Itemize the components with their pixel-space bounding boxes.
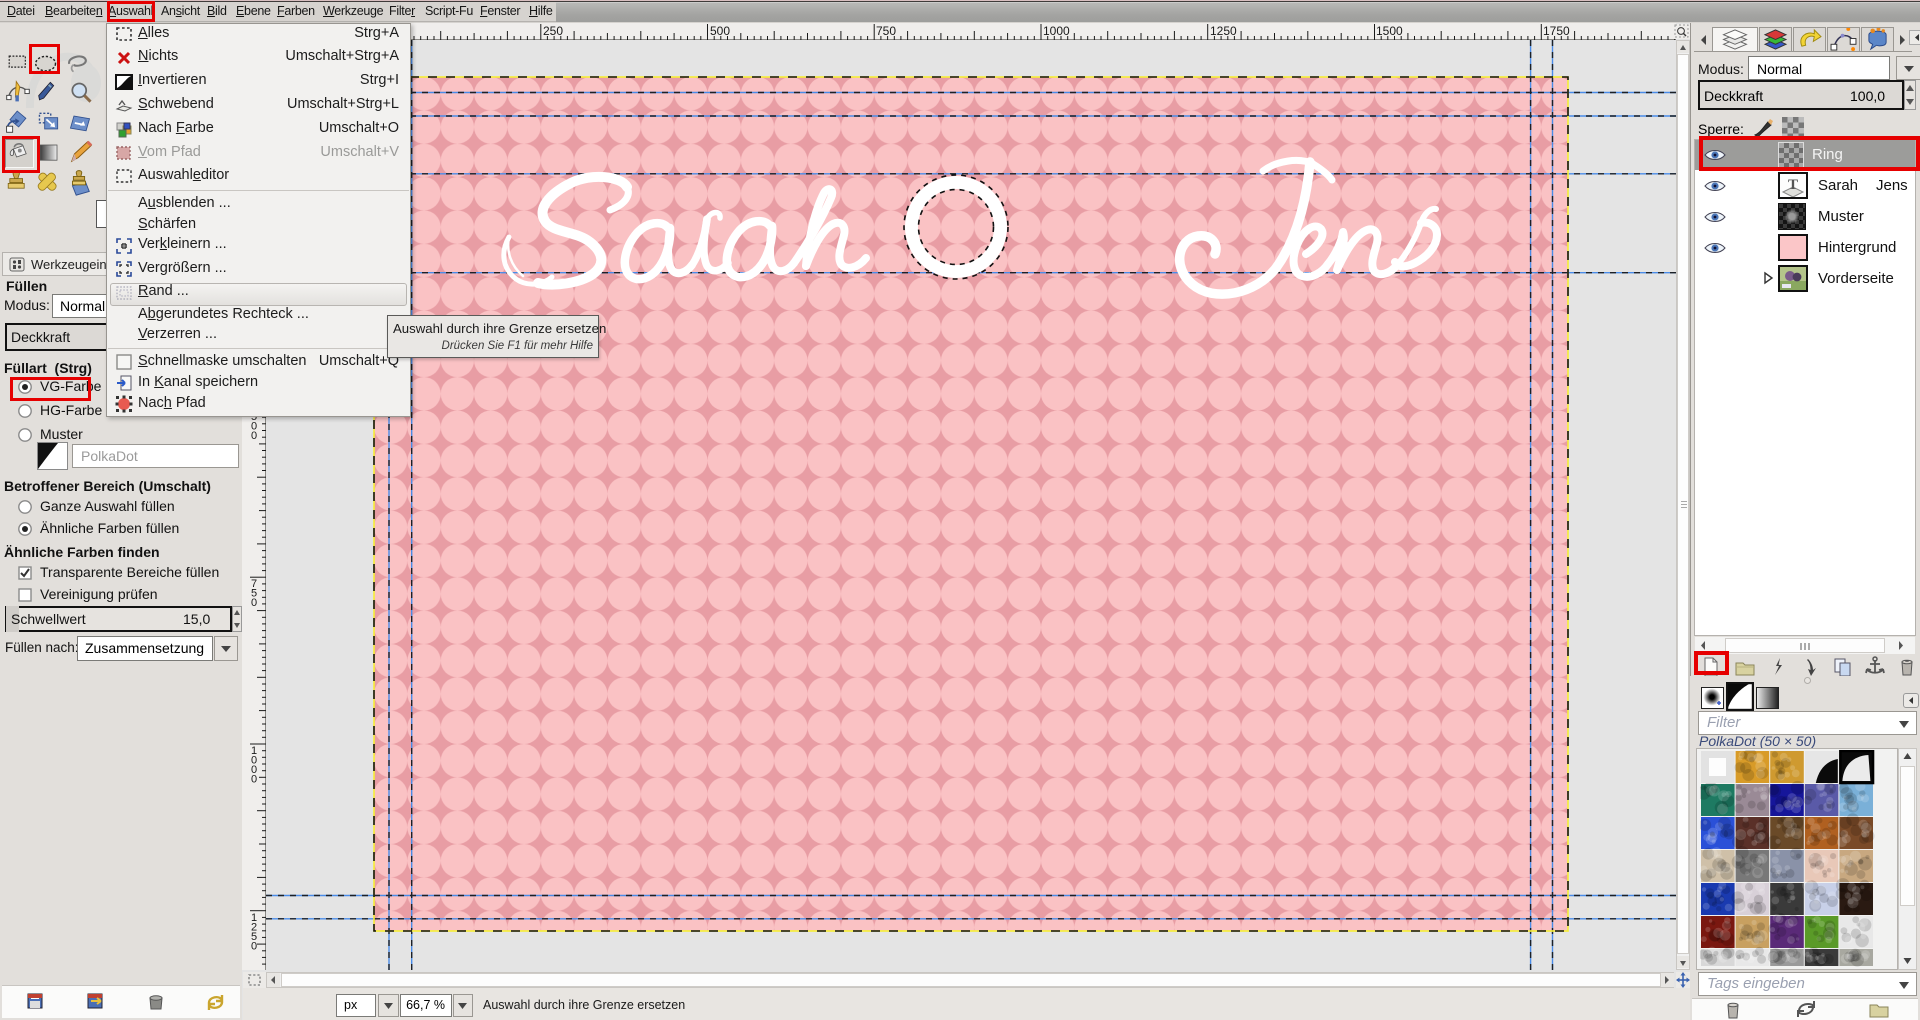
svg-text:T: T	[1788, 177, 1798, 193]
svg-text:1500: 1500	[1376, 24, 1403, 38]
svg-text:250: 250	[543, 24, 563, 38]
svg-text:1000: 1000	[1043, 24, 1070, 38]
svg-text:1250: 1250	[251, 912, 257, 953]
svg-text:500: 500	[710, 24, 730, 38]
svg-text:1750: 1750	[1543, 24, 1570, 38]
svg-text:750: 750	[876, 24, 896, 38]
svg-text:1000: 1000	[251, 745, 257, 786]
svg-text:750: 750	[251, 578, 257, 609]
svg-text:1250: 1250	[1210, 24, 1237, 38]
